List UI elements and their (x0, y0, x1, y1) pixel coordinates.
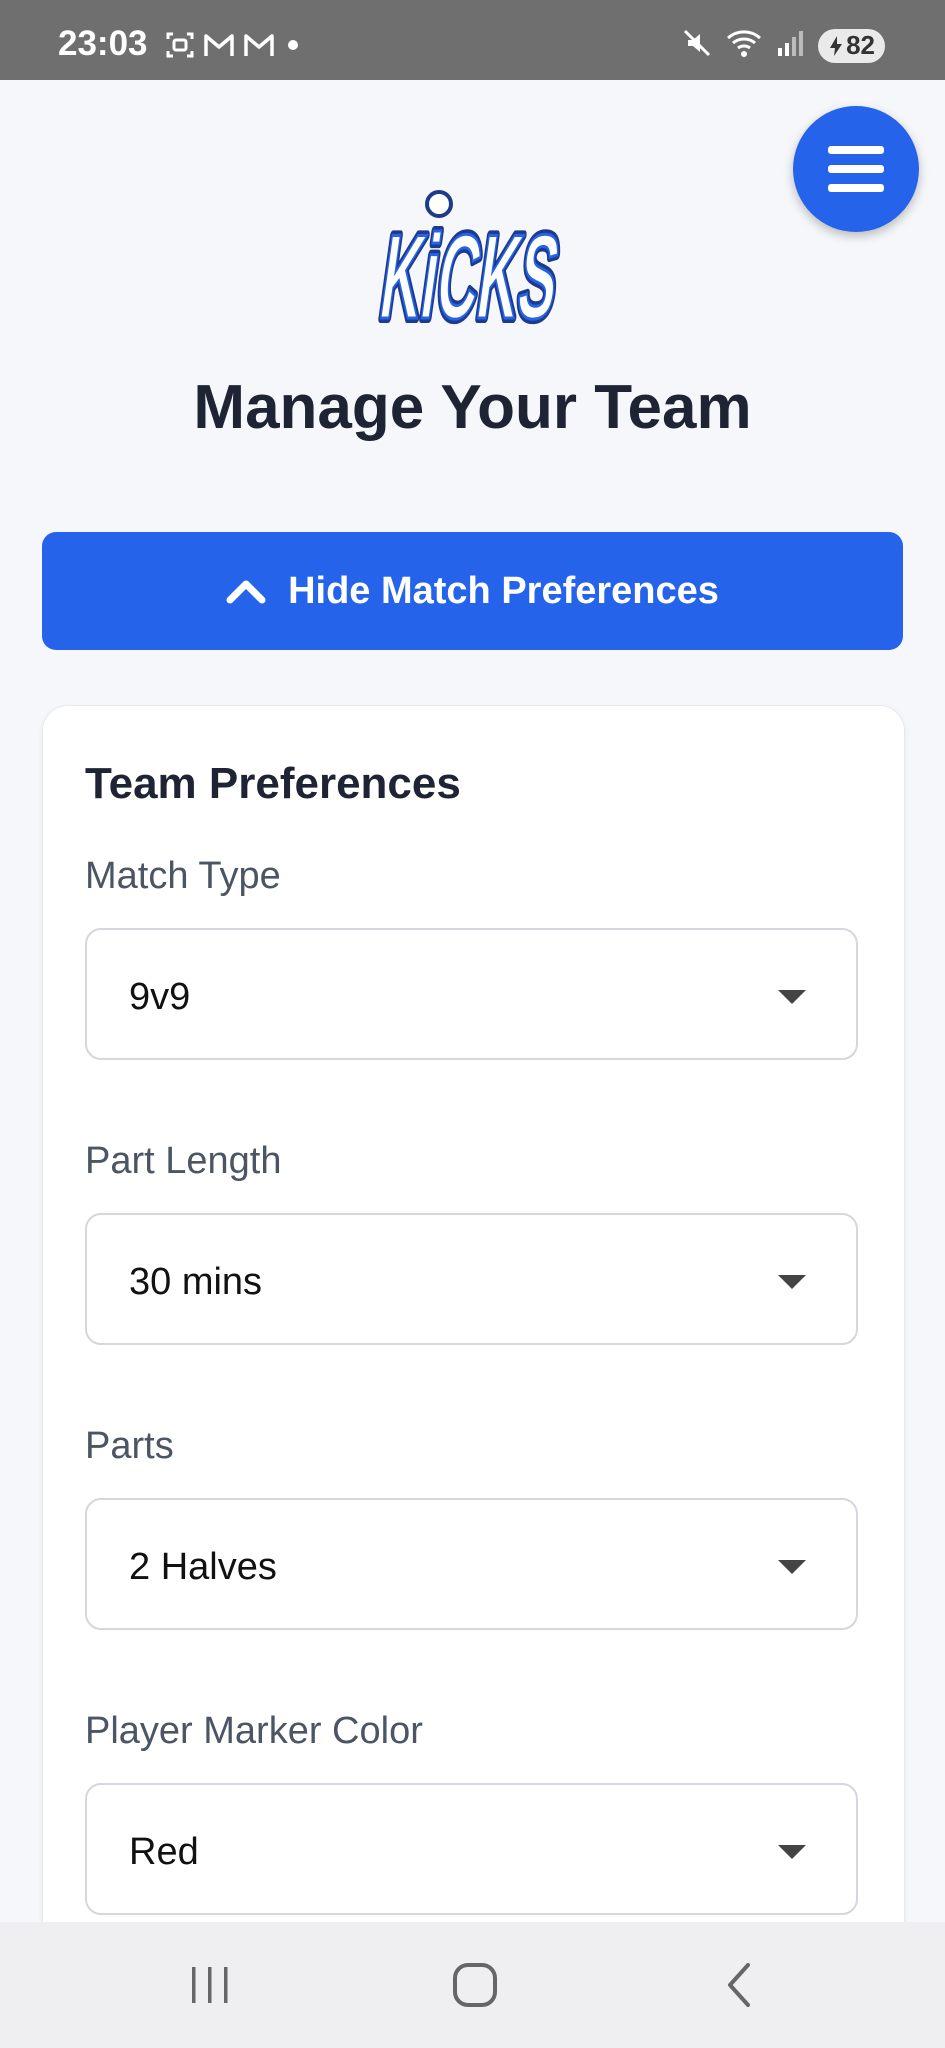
menu-button[interactable] (793, 106, 919, 232)
logo-text: KiCKS (373, 210, 567, 340)
caret-down-icon (778, 1275, 806, 1289)
status-time: 23:03 (58, 24, 148, 63)
back-icon (728, 1963, 750, 2007)
match-type-label: Match Type (85, 855, 281, 897)
back-button[interactable] (705, 1952, 775, 2018)
parts-label: Parts (85, 1425, 174, 1467)
status-bar: 23:03 82 (0, 0, 945, 80)
signal-icon (776, 28, 804, 63)
page-title: Manage Your Team (193, 373, 752, 442)
recent-apps-button[interactable] (175, 1952, 245, 2018)
caret-down-icon (778, 990, 806, 1004)
wifi-icon (726, 28, 762, 63)
charging-icon (830, 35, 843, 56)
toggle-label: Hide Match Preferences (288, 569, 719, 612)
gmail-icon (243, 32, 275, 63)
battery-indicator: 82 (818, 28, 885, 63)
hide-match-preferences-button[interactable]: Hide Match Preferences (42, 532, 903, 650)
player-marker-color-value: Red (129, 1831, 199, 1873)
recent-apps-icon (192, 1967, 228, 2003)
part-length-value: 30 mins (129, 1261, 263, 1303)
kicks-logo: KiCKS KiCKS (365, 190, 580, 349)
part-length-select[interactable]: 30 mins (85, 1213, 858, 1345)
home-button[interactable] (440, 1952, 510, 2018)
mute-icon (682, 28, 712, 63)
match-type-value: 9v9 (129, 976, 191, 1018)
caret-down-icon (778, 1845, 806, 1859)
notification-dot-icon (283, 35, 303, 60)
hamburger-icon (828, 146, 884, 192)
parts-value: 2 Halves (129, 1546, 277, 1588)
player-marker-color-label: Player Marker Color (85, 1710, 423, 1752)
home-icon (453, 1963, 497, 2007)
battery-level: 82 (846, 30, 875, 60)
parts-select[interactable]: 2 Halves (85, 1498, 858, 1630)
match-type-select[interactable]: 9v9 (85, 928, 858, 1060)
player-marker-color-select[interactable]: Red (85, 1783, 858, 1915)
card-title: Team Preferences (85, 759, 461, 808)
screenshot-icon (165, 30, 195, 65)
caret-down-icon (778, 1560, 806, 1574)
part-length-label: Part Length (85, 1140, 282, 1182)
system-nav-bar (0, 1922, 945, 2048)
chevron-up-icon (226, 580, 266, 604)
gmail-icon (203, 32, 235, 63)
team-preferences-card: Team Preferences Match Type 9v9 Part Len… (42, 705, 905, 2007)
